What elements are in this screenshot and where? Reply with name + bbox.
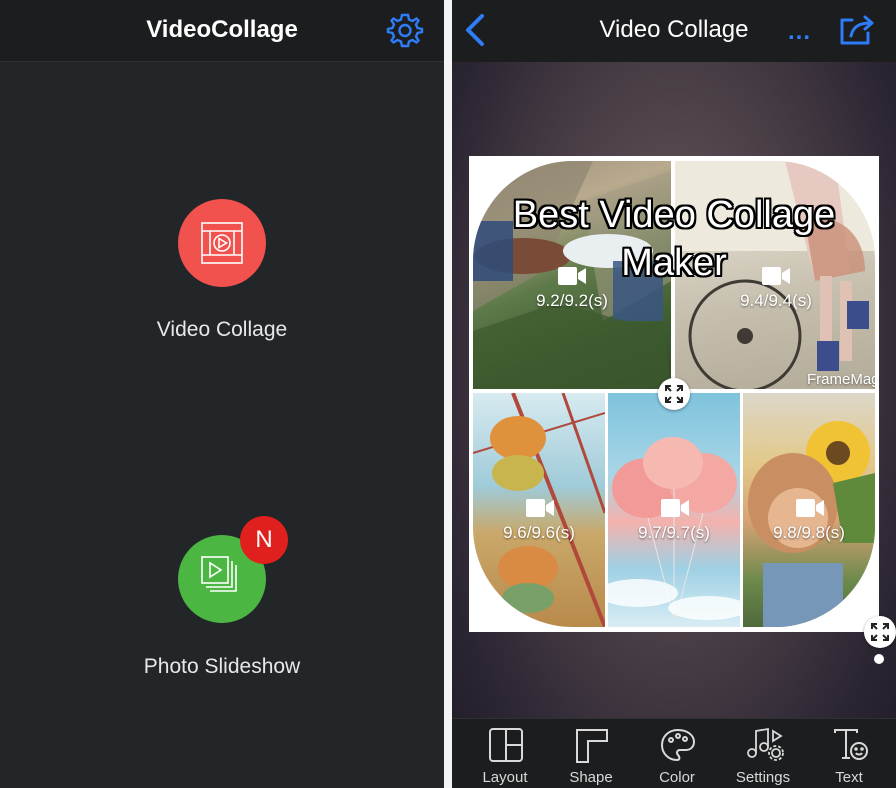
tab-settings[interactable]: Settings bbox=[720, 719, 806, 788]
page-indicator-dot bbox=[874, 654, 884, 664]
headline-line-2[interactable]: Maker bbox=[469, 240, 879, 286]
tab-label: Settings bbox=[735, 769, 791, 786]
shape-icon bbox=[576, 729, 608, 763]
photo-slideshow-label: Photo Slideshow bbox=[143, 655, 301, 678]
video-camera-icon bbox=[796, 499, 824, 517]
editor-title: Video Collage bbox=[599, 16, 749, 43]
tool-tab-bar: Layout Shape Color Settings Text bbox=[452, 718, 896, 788]
video-camera-icon bbox=[661, 499, 689, 517]
editor-screen: Video Collage ... 9.2/9.2(s) 9.4/9.4(s) … bbox=[452, 0, 896, 788]
tab-label: Color bbox=[659, 769, 695, 786]
tab-shape[interactable]: Shape bbox=[548, 719, 634, 788]
tab-color[interactable]: Color bbox=[634, 719, 720, 788]
tile-duration: 9.2/9.2(s) bbox=[536, 291, 608, 310]
screen-divider bbox=[444, 0, 452, 788]
music-settings-icon bbox=[747, 727, 784, 761]
video-collage-label: Video Collage bbox=[156, 318, 288, 341]
app-title: VideoCollage bbox=[146, 16, 298, 43]
tile-duration: 9.7/9.7(s) bbox=[638, 523, 710, 542]
tile-duration: 9.8/9.8(s) bbox=[773, 523, 845, 542]
share-icon[interactable] bbox=[838, 12, 876, 46]
more-button[interactable]: ... bbox=[788, 18, 811, 46]
tile-duration: 9.6/9.6(s) bbox=[503, 523, 575, 542]
collage-tile-4[interactable]: 9.7/9.7(s) bbox=[608, 393, 740, 627]
expand-icon bbox=[665, 385, 683, 403]
tab-label: Layout bbox=[482, 769, 528, 786]
tab-label: Text bbox=[835, 769, 863, 786]
expand-handle-top[interactable] bbox=[658, 378, 690, 410]
tab-label: Shape bbox=[569, 769, 613, 786]
palette-icon bbox=[660, 728, 696, 762]
video-camera-icon bbox=[526, 499, 554, 517]
tab-layout[interactable]: Layout bbox=[462, 719, 548, 788]
new-badge: N bbox=[240, 516, 288, 564]
editor-nav-bar: Video Collage ... bbox=[452, 0, 896, 62]
collage-tile-3[interactable]: 9.6/9.6(s) bbox=[473, 393, 605, 627]
layout-icon bbox=[489, 728, 523, 762]
headline-line-1[interactable]: Best Video Collage bbox=[469, 192, 879, 238]
video-collage-button[interactable] bbox=[178, 199, 266, 287]
text-icon bbox=[834, 729, 868, 760]
expand-icon bbox=[871, 623, 889, 641]
home-screen: VideoCollage Video Collage N Photo Slide… bbox=[0, 0, 444, 788]
watermark: FrameMag bbox=[807, 371, 875, 388]
tile-duration: 9.4/9.4(s) bbox=[740, 291, 812, 310]
video-collage-icon bbox=[201, 222, 243, 264]
gear-icon[interactable] bbox=[386, 11, 424, 49]
collage-tile-5[interactable]: 9.8/9.8(s) bbox=[743, 393, 875, 627]
expand-handle-corner[interactable] bbox=[864, 616, 896, 648]
nav-bar: VideoCollage bbox=[0, 0, 444, 62]
tab-text[interactable]: Text bbox=[806, 719, 892, 788]
